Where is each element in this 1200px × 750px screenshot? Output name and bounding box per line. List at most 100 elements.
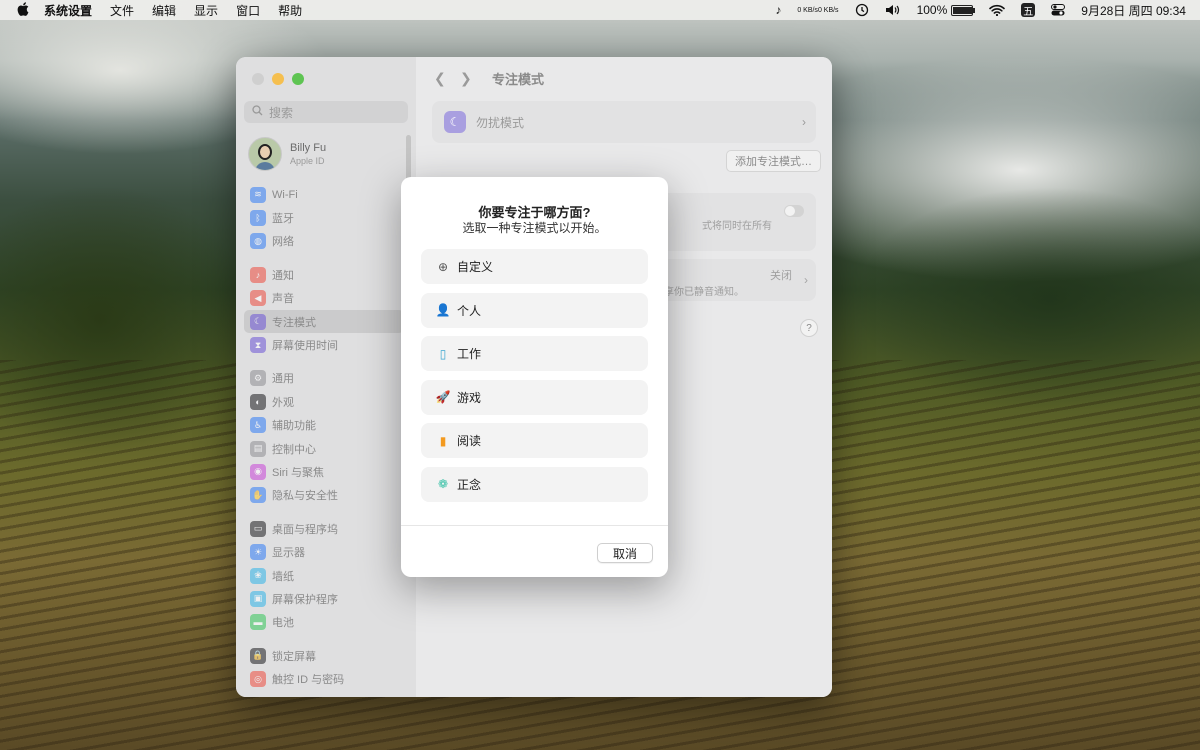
sidebar-item-label: 网络 xyxy=(272,236,294,249)
focus-option[interactable]: ❁ 正念 xyxy=(421,466,648,502)
cancel-button[interactable]: 取消 xyxy=(597,543,653,563)
accessibility-icon: ♿ xyxy=(250,417,266,434)
focus-option-label: 自定义 xyxy=(457,260,494,274)
battery-icon: ▬ xyxy=(250,614,266,631)
forward-chevron-icon[interactable]: ❯ xyxy=(460,70,486,87)
window-controls xyxy=(252,73,304,85)
dialog-divider xyxy=(401,525,668,526)
apple-logo-icon[interactable] xyxy=(16,1,30,19)
focus-options-list: ⊕ 自定义 👤 个人 ▯ 工作 🚀 游戏 ▮ 阅读 ❁ 正念 xyxy=(421,249,648,511)
sidebar-item-label: Wi‑Fi xyxy=(272,188,298,201)
focus-option-label: 个人 xyxy=(457,303,482,318)
sidebar-item[interactable]: ◀ 声音 xyxy=(244,287,404,310)
sidebar-item[interactable]: ▭ 桌面与程序坞 xyxy=(244,517,404,540)
sidebar-list: ≋ Wi‑Fi ᛒ 蓝牙 ◍ 网络 ♪ 通知 ◀ 声音 ☾ 专注模式 ⧗ 屏幕使用时间 ⚙ 通用 ◐ 外观 ♿ 辅助功… xyxy=(244,183,404,691)
speaker-icon: ◀ xyxy=(250,290,266,307)
back-chevron-icon[interactable]: ❮ xyxy=(434,70,460,87)
profile-subtitle: Apple ID xyxy=(290,156,325,166)
focus-option[interactable]: ▯ 工作 xyxy=(421,336,648,372)
sidebar-item[interactable]: ᛒ 蓝牙 xyxy=(244,206,404,229)
menu-system-settings[interactable]: 系统设置 xyxy=(44,2,92,19)
book-icon: ▮ xyxy=(439,433,447,448)
add-focus-button[interactable]: 添加专注模式… xyxy=(726,150,821,172)
menu-file[interactable]: 文件 xyxy=(110,2,134,19)
lock-icon: 🔒 xyxy=(250,647,266,664)
display-icon: ☀ xyxy=(250,544,266,561)
moon-icon: ☾ xyxy=(250,313,266,330)
sidebar-item-label: 隐私与安全性 xyxy=(272,490,338,503)
sidebar-item[interactable]: ◉ Siri 与聚焦 xyxy=(244,460,404,483)
focus-option-label: 游戏 xyxy=(457,390,482,405)
sidebar-item-label: 声音 xyxy=(272,293,294,306)
sidebar-item-label: 控制中心 xyxy=(272,443,316,456)
search-placeholder: 搜索 xyxy=(269,105,294,120)
badge-icon: ▯ xyxy=(439,346,447,361)
page-title: 专注模式 xyxy=(492,71,545,87)
moon-icon: ☾ xyxy=(444,111,466,133)
focus-option[interactable]: 🚀 游戏 xyxy=(421,379,648,415)
share-across-devices-text: 式将同时在所有 xyxy=(702,221,772,232)
sidebar-item[interactable]: ❀ 墙纸 xyxy=(244,564,404,587)
dialog-subtitle: 选取一种专注模式以开始。 xyxy=(462,221,607,235)
input-method-icon: 五 xyxy=(1021,3,1036,18)
sidebar-item[interactable]: ✋ 隐私与安全性 xyxy=(244,484,404,507)
share-across-devices-toggle[interactable] xyxy=(784,205,804,217)
sidebar-item[interactable]: ♿ 辅助功能 xyxy=(244,414,404,437)
sidebar-item-label: 通知 xyxy=(272,269,294,282)
do-not-disturb-row[interactable]: ☾ 勿扰模式 › xyxy=(432,101,816,143)
help-button[interactable]: ? xyxy=(800,319,818,337)
control-center-icon[interactable] xyxy=(1051,4,1066,16)
bell-icon: ♪ xyxy=(250,266,266,283)
sidebar-item[interactable]: 🔒 锁定屏幕 xyxy=(244,644,404,667)
focus-option[interactable]: 👤 个人 xyxy=(421,292,648,328)
network-speed-monitor[interactable]: 0 KB/s 0 KB/s xyxy=(797,7,838,14)
menu-edit[interactable]: 编辑 xyxy=(152,2,176,19)
focus-option[interactable]: ▮ 阅读 xyxy=(421,423,648,459)
sidebar-item[interactable]: ◍ 网络 xyxy=(244,230,404,253)
sidebar-item-label: 显示器 xyxy=(272,547,305,560)
zoom-window-button[interactable] xyxy=(292,73,304,85)
sidebar-item[interactable]: ▣ 屏幕保护程序 xyxy=(244,587,404,610)
sidebar-item-label: 屏幕使用时间 xyxy=(272,340,338,353)
sidebar-item[interactable]: ☀ 显示器 xyxy=(244,540,404,563)
close-window-button[interactable] xyxy=(252,73,264,85)
music-note-icon[interactable]: ♪ xyxy=(775,3,781,17)
sidebar-item-label: 辅助功能 xyxy=(272,420,316,433)
sidebar-item-label: 屏幕保护程序 xyxy=(272,593,338,606)
sidebar-search-field[interactable]: 搜索 xyxy=(244,101,408,123)
time-machine-icon[interactable] xyxy=(855,3,869,17)
apple-id-profile[interactable]: Billy Fu Apple ID xyxy=(248,137,326,171)
sidebar-item[interactable]: ☾ 专注模式 xyxy=(244,309,404,334)
minimize-window-button[interactable] xyxy=(272,73,284,85)
hand-icon: ✋ xyxy=(250,487,266,504)
menu-help[interactable]: 帮助 xyxy=(278,2,302,19)
sidebar-item-label: 蓝牙 xyxy=(272,213,294,226)
sidebar-item[interactable]: ♪ 通知 xyxy=(244,263,404,286)
net-down: 0 KB/s xyxy=(817,6,839,14)
sidebar-item[interactable]: ▬ 电池 xyxy=(244,611,404,634)
globe-icon: ◍ xyxy=(250,233,266,250)
battery-icon xyxy=(951,4,976,16)
profile-name: Billy Fu xyxy=(290,142,327,154)
menu-window[interactable]: 窗口 xyxy=(236,2,260,19)
sidebar-item-label: 锁定屏幕 xyxy=(272,650,316,663)
plus-circle-icon: ⊕ xyxy=(437,259,449,274)
sidebar-item[interactable]: ⧗ 屏幕使用时间 xyxy=(244,333,404,356)
menubar-clock[interactable]: 9月28日 周四 09:34 xyxy=(1081,2,1186,19)
wallpaper-forest-left xyxy=(0,170,240,470)
focus-option[interactable]: ⊕ 自定义 xyxy=(421,249,648,284)
net-up: 0 KB/s xyxy=(797,6,818,14)
sidebar-item[interactable]: ◎ 触控 ID 与密码 xyxy=(244,667,404,690)
wifi-icon[interactable] xyxy=(989,4,1006,16)
menu-view[interactable]: 显示 xyxy=(194,2,218,19)
input-method[interactable]: 五 xyxy=(1021,3,1036,18)
sidebar-item[interactable]: ≋ Wi‑Fi xyxy=(244,183,404,206)
person-icon: 👤 xyxy=(435,303,451,318)
volume-icon[interactable] xyxy=(885,4,901,16)
sidebar-item[interactable]: ▤ 控制中心 xyxy=(244,437,404,460)
battery-indicator[interactable]: 100% xyxy=(917,3,976,17)
wallpaper-icon: ❀ xyxy=(250,567,266,584)
sidebar-item[interactable]: ⚙ 通用 xyxy=(244,367,404,390)
battery-fill xyxy=(953,6,974,14)
sidebar-item[interactable]: ◐ 外观 xyxy=(244,390,404,413)
